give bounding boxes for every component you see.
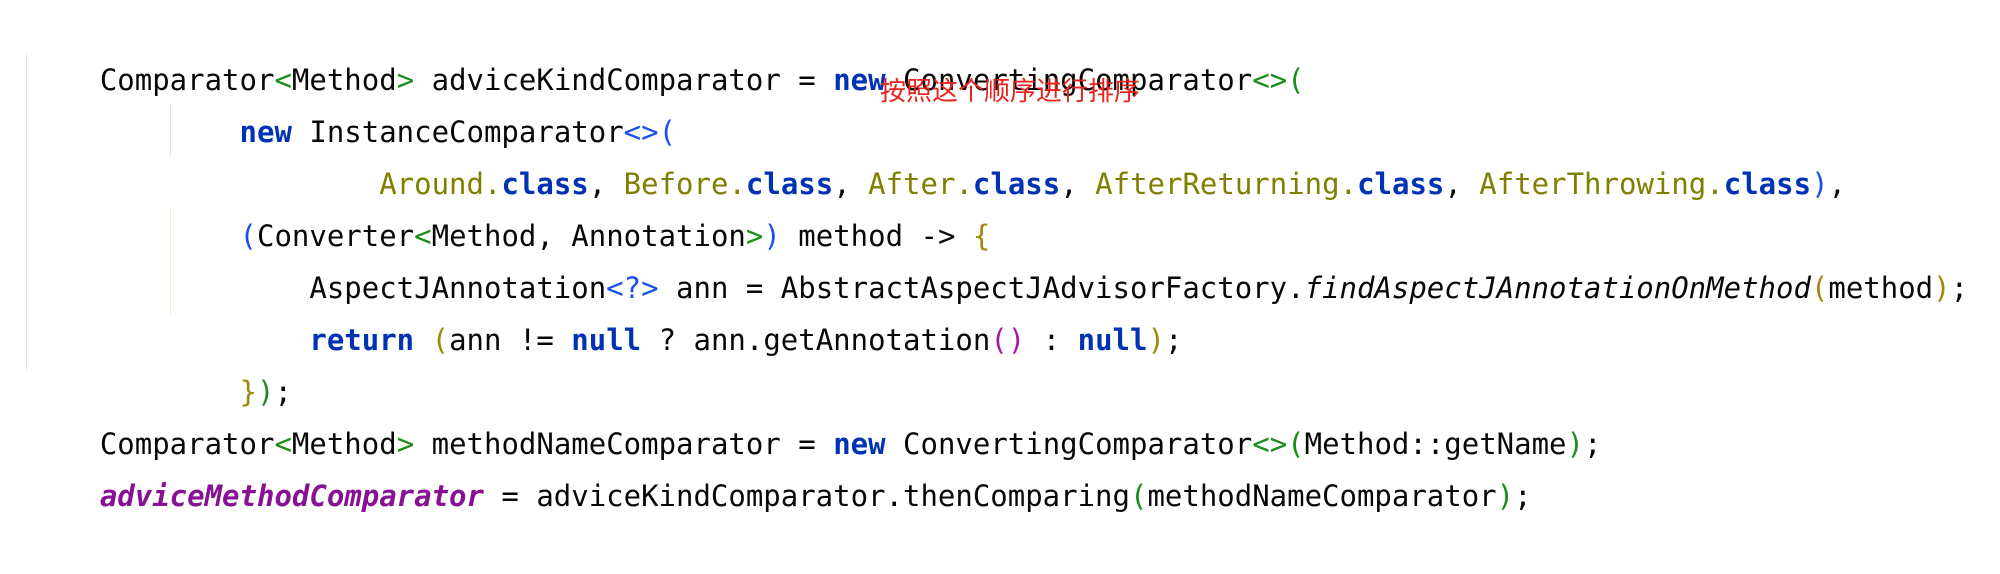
paren: ) bbox=[1147, 323, 1165, 357]
paren: ) bbox=[1933, 271, 1951, 305]
code-text: method bbox=[1828, 271, 1934, 305]
separator: , bbox=[1828, 167, 1846, 201]
code-text: methodNameComparator bbox=[1147, 479, 1497, 513]
field-name: adviceMethodComparator bbox=[99, 479, 484, 513]
code-text: : bbox=[1025, 323, 1078, 357]
paren: ( bbox=[1287, 63, 1305, 97]
separator: ; bbox=[1164, 323, 1183, 357]
code-editor[interactable]: Comparator<Method> adviceKindComparator … bbox=[0, 0, 2000, 513]
code-line: (Converter<Method, Annotation>) method -… bbox=[30, 158, 991, 253]
keyword-class: class bbox=[1357, 167, 1445, 201]
static-method-call: findAspectJAnnotationOnMethod bbox=[1304, 271, 1811, 305]
paren: ( bbox=[1129, 479, 1148, 513]
indent-guide bbox=[26, 54, 27, 370]
paren: ) bbox=[1496, 479, 1515, 513]
code-line: Comparator<Method> adviceKindComparator … bbox=[30, 2, 1305, 97]
paren: ( bbox=[1810, 271, 1829, 305]
separator: , bbox=[1060, 167, 1096, 201]
separator: ; bbox=[1514, 479, 1532, 513]
code-line: }); bbox=[30, 314, 292, 409]
diamond-operator: <> bbox=[1252, 63, 1288, 97]
code-line: Around.class, Before.class, After.class,… bbox=[30, 106, 1846, 201]
separator: ; bbox=[1950, 271, 1969, 305]
keyword-return: return bbox=[309, 323, 415, 357]
keyword-new: new bbox=[833, 63, 886, 97]
paren: ) bbox=[1811, 167, 1829, 201]
separator: , bbox=[1444, 167, 1480, 201]
code-line: new InstanceComparator<>( bbox=[30, 54, 677, 149]
code-line: adviceMethodComparator = adviceKindCompa… bbox=[30, 418, 1532, 513]
code-line: AspectJAnnotation<?> ann = AbstractAspec… bbox=[30, 210, 1968, 305]
code-text: = adviceKindComparator.thenComparing bbox=[483, 479, 1130, 513]
paren: ) bbox=[1566, 427, 1584, 461]
annotation-class: AfterReturning bbox=[1095, 167, 1340, 201]
keyword-null: null bbox=[1077, 323, 1148, 357]
paren: ( bbox=[431, 323, 450, 357]
keyword-null: null bbox=[571, 323, 642, 357]
code-text: ann != bbox=[449, 323, 572, 357]
paren: () bbox=[990, 323, 1026, 357]
code-text: ? ann.getAnnotation bbox=[641, 323, 991, 357]
dot: . bbox=[1706, 167, 1724, 201]
code-line: Comparator<Method> methodNameComparator … bbox=[30, 366, 1602, 461]
keyword-class: class bbox=[1723, 167, 1812, 201]
annotation-note: 按照这个顺序进行排序 bbox=[880, 77, 1141, 107]
separator: ; bbox=[1584, 427, 1602, 461]
dot: . bbox=[1339, 167, 1358, 201]
annotation-class: AfterThrowing bbox=[1479, 167, 1707, 201]
code-line: return (ann != null ? ann.getAnnotation(… bbox=[30, 262, 1182, 357]
